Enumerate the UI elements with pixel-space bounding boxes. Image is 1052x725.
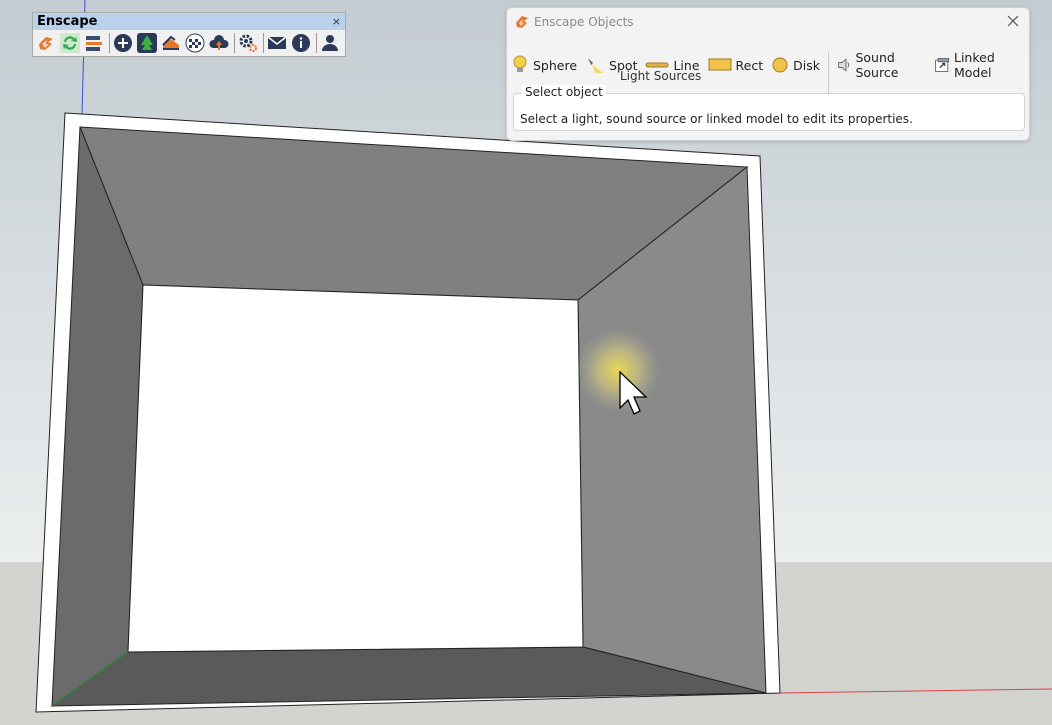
sync-icon[interactable] (59, 32, 81, 54)
disk-light-icon (772, 57, 788, 73)
toolbar-icons (33, 30, 345, 56)
feedback-icon[interactable] (266, 32, 288, 54)
light-sources-group-label: Light Sources (620, 69, 702, 83)
enscape-logo-icon (516, 15, 528, 28)
info-icon[interactable] (290, 32, 312, 54)
toolbar-separator (316, 33, 317, 53)
spotlight-icon (588, 58, 604, 73)
objects-toolbar: Sphere Spot Line Rect Disk Sound Source … (511, 42, 1029, 98)
link-views-icon[interactable] (83, 32, 105, 54)
settings-icon[interactable] (237, 32, 259, 54)
sound-source-button[interactable]: Sound Source (837, 50, 926, 80)
toolbar-separator (827, 52, 829, 98)
objects-window-title: Enscape Objects (534, 14, 634, 29)
enscape-start-icon[interactable] (35, 32, 57, 54)
bulb-icon (513, 55, 527, 72)
select-object-group: Select object Select a light, sound sour… (513, 85, 1025, 131)
material-editor-icon[interactable] (160, 32, 182, 54)
select-object-message: Select a light, sound source or linked m… (520, 112, 913, 126)
upload-icon[interactable] (208, 32, 230, 54)
select-object-legend: Select object (522, 85, 606, 99)
objects-window-titlebar: Enscape Objects (507, 8, 1029, 35)
toolbar-separator (263, 33, 264, 53)
toolbar-title: Enscape (37, 14, 98, 29)
linked-model-button[interactable]: Linked Model (934, 50, 1021, 80)
sphere-label: Sphere (533, 57, 578, 73)
toolbar-separator (234, 33, 235, 53)
disk-button[interactable]: Disk (771, 55, 820, 75)
toolbar-close-icon[interactable]: × (332, 15, 341, 28)
linked-model-icon (934, 58, 949, 72)
add-view-icon[interactable] (112, 32, 134, 54)
toolbar-separator (109, 33, 110, 53)
account-icon[interactable] (319, 32, 341, 54)
enscape-objects-window: Enscape Objects Sphere Spot Line Rect Di… (506, 7, 1030, 141)
asset-library-icon[interactable] (136, 32, 158, 54)
sphere-button[interactable]: Sphere (511, 55, 577, 75)
toolbar-titlebar: Enscape × (33, 13, 345, 30)
linked-model-label: Linked Model (954, 50, 995, 80)
enscape-toolbar: Enscape × (32, 12, 346, 57)
close-icon[interactable] (1005, 13, 1021, 29)
sphere-light-glow (576, 328, 660, 412)
back-face (127, 284, 584, 653)
texture-icon[interactable] (184, 32, 206, 54)
sound-source-label: Sound Source (855, 50, 899, 80)
rect-light-icon (708, 58, 732, 71)
rect-button[interactable]: Rect (708, 55, 764, 75)
disk-label: Disk (793, 57, 820, 73)
speaker-icon (838, 58, 850, 72)
rect-label: Rect (735, 57, 764, 73)
